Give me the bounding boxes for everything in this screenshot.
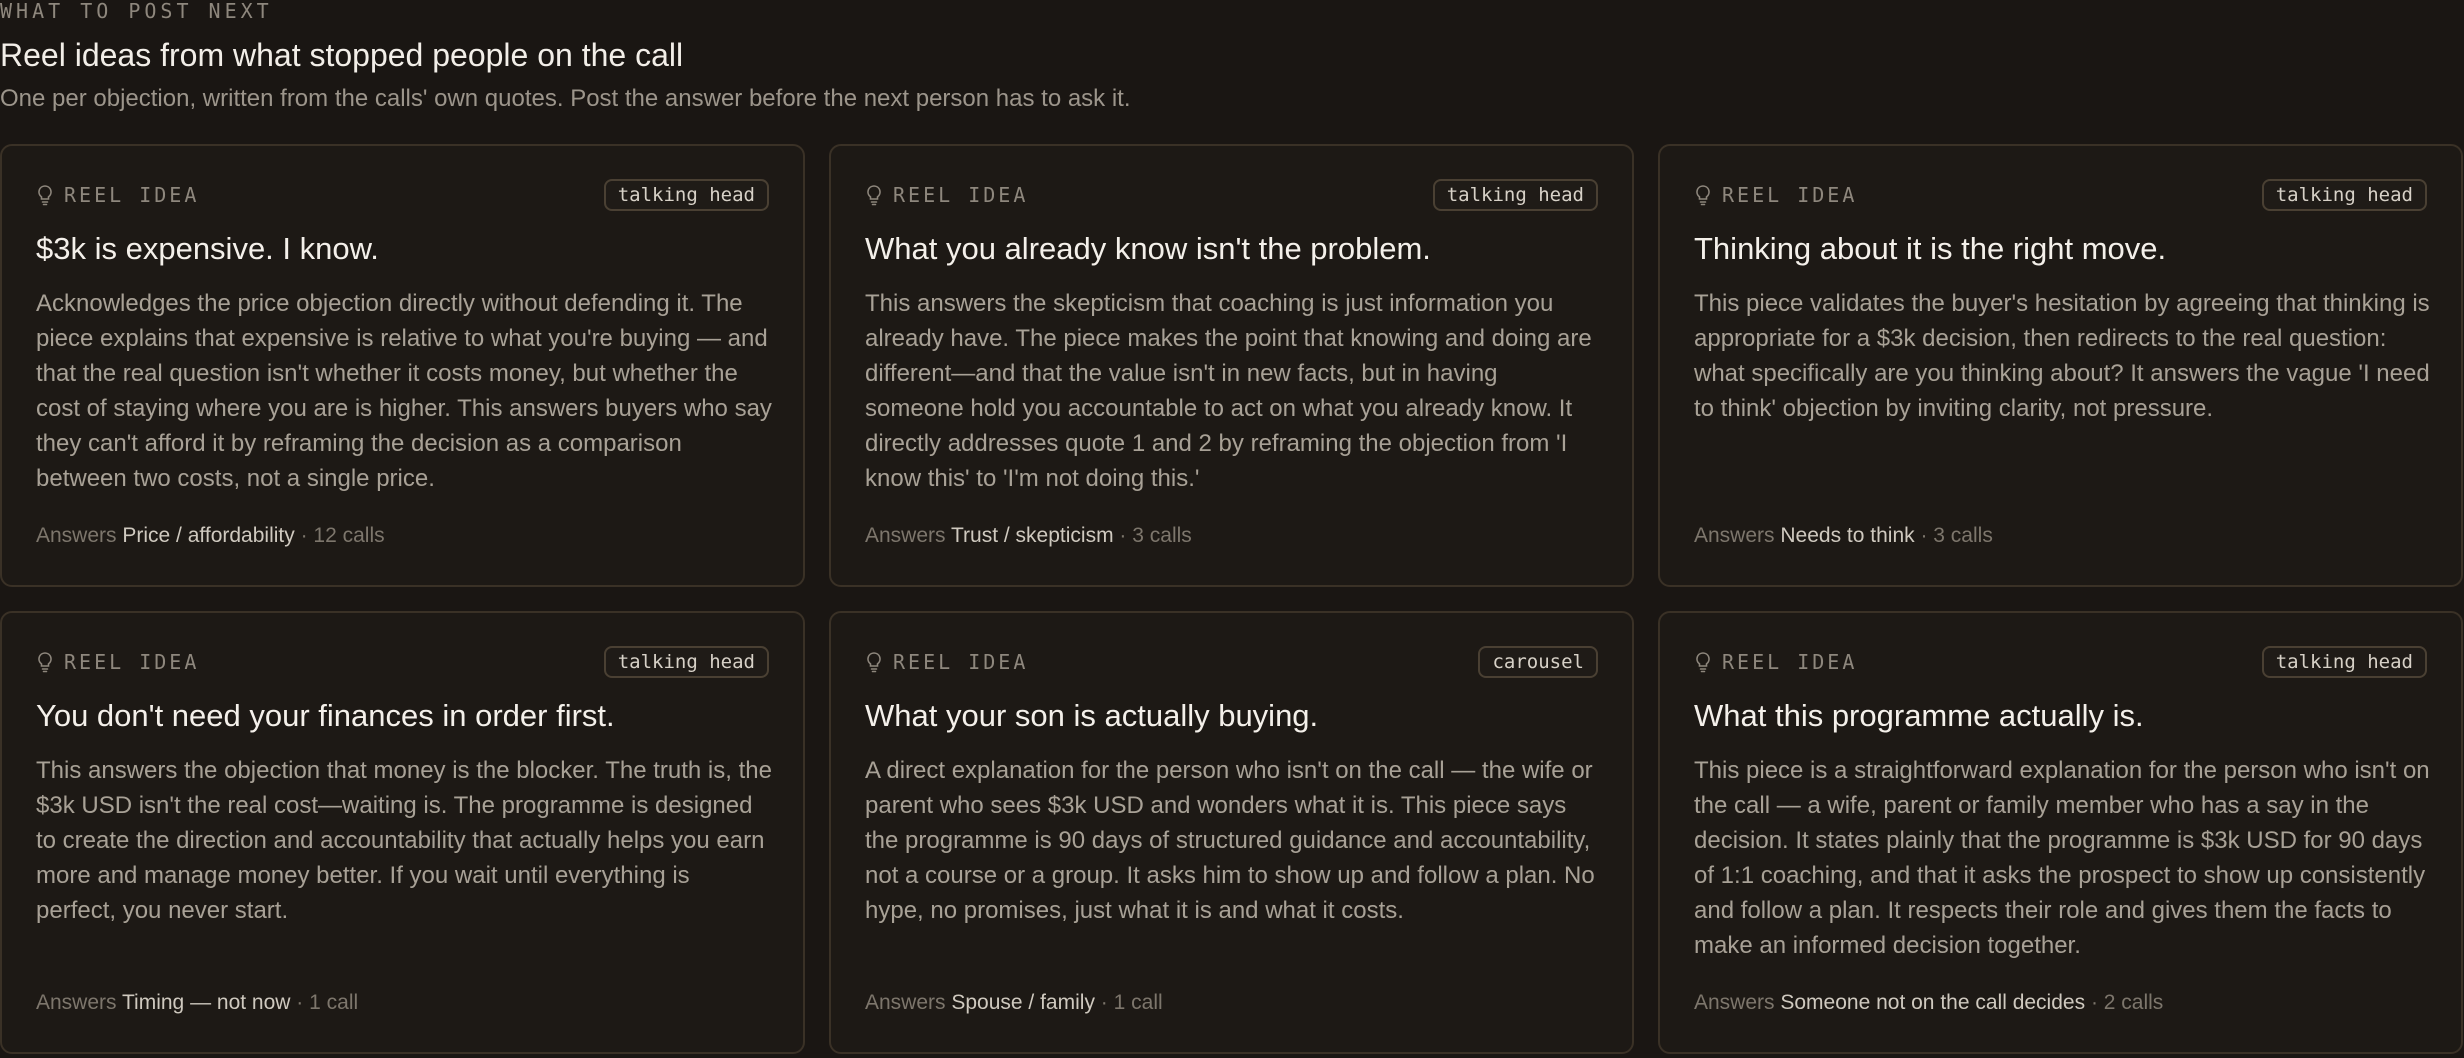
objection-name: Needs to think [1780,524,1915,547]
card-footer: Answers Timing — not now · 1 call [36,990,769,1016]
kicker-label: REEL IDEA [1722,650,1858,674]
reel-idea-grid: REEL IDEA talking head $3k is expensive.… [0,144,2464,1054]
call-count: · 3 calls [1119,524,1192,547]
answers-label: Answers [1694,524,1775,547]
card-footer: Answers Trust / skepticism · 3 calls [865,523,1598,549]
kicker-label: REEL IDEA [64,183,200,207]
card-header: REEL IDEA talking head [1694,646,2427,678]
card-kicker: REEL IDEA [36,650,199,674]
lightbulb-icon [867,652,881,673]
card-header: REEL IDEA talking head [36,646,769,678]
card-kicker: REEL IDEA [1694,650,1857,674]
card-header: REEL IDEA talking head [1694,179,2427,211]
card-kicker: REEL IDEA [865,650,1028,674]
call-count: · 12 calls [300,524,385,547]
card-footer: Answers Spouse / family · 1 call [865,990,1598,1016]
card-title: What you already know isn't the problem. [865,231,1431,266]
answers-label: Answers [865,524,946,547]
reel-idea-card[interactable]: REEL IDEA talking head What this program… [1658,611,2463,1054]
card-description: This answers the objection that money is… [36,757,772,924]
format-tag: talking head [603,179,769,211]
card-kicker: REEL IDEA [36,183,199,207]
answers-label: Answers [1694,991,1775,1014]
card-footer: Answers Someone not on the call decides … [1694,990,2427,1016]
answers-label: Answers [36,991,117,1014]
card-description: Acknowledges the price objection directl… [36,290,772,492]
card-title: What this programme actually is. [1694,698,2144,733]
objection-name: Trust / skepticism [951,524,1114,547]
kicker-label: REEL IDEA [893,650,1029,674]
objection-name: Timing — not now [122,991,291,1014]
answers-label: Answers [865,991,946,1014]
lightbulb-icon [867,185,881,206]
card-kicker: REEL IDEA [865,183,1028,207]
reel-idea-card[interactable]: REEL IDEA talking head $3k is expensive.… [0,144,805,587]
card-description: This piece is a straightforward explanat… [1694,757,2430,959]
format-tag: carousel [1478,646,1598,678]
format-tag: talking head [603,646,769,678]
card-footer: Answers Needs to think · 3 calls [1694,523,2427,549]
call-count: · 2 calls [2090,991,2164,1014]
lightbulb-icon [1696,652,1710,673]
card-title: Thinking about it is the right move. [1694,231,2167,266]
card-description: A direct explanation for the person who … [865,757,1595,924]
answers-label: Answers [36,524,117,547]
card-description: This piece validates the buyer's hesitat… [1694,290,2430,422]
objection-name: Spouse / family [951,991,1095,1014]
reel-idea-card[interactable]: REEL IDEA talking head Thinking about it… [1658,144,2463,587]
card-title: What your son is actually buying. [865,698,1319,733]
page-title: Reel ideas from what stopped people on t… [0,37,684,73]
call-count: · 3 calls [1920,524,1993,547]
card-header: REEL IDEA talking head [36,179,769,211]
card-description: This answers the skepticism that coachin… [865,290,1592,492]
reel-idea-card[interactable]: REEL IDEA carousel What your son is actu… [829,611,1634,1054]
card-title: $3k is expensive. I know. [36,231,379,266]
card-footer: Answers Price / affordability · 12 calls [36,523,769,549]
lightbulb-icon [1696,185,1710,206]
call-count: · 1 call [1100,991,1163,1014]
reel-idea-card[interactable]: REEL IDEA talking head What you already … [829,144,1634,587]
lightbulb-icon [38,185,52,206]
card-title: You don't need your finances in order fi… [36,698,615,733]
eyebrow-label: WHAT TO POST NEXT [0,0,273,23]
page-subtitle: One per objection, written from the call… [0,85,1131,112]
card-header: REEL IDEA carousel [865,646,1598,678]
format-tag: talking head [1432,179,1598,211]
reel-idea-card[interactable]: REEL IDEA talking head You don't need yo… [0,611,805,1054]
lightbulb-icon [38,652,52,673]
format-tag: talking head [2261,646,2427,678]
kicker-label: REEL IDEA [1722,183,1858,207]
call-count: · 1 call [296,991,359,1014]
objection-name: Someone not on the call decides [1780,991,2086,1014]
kicker-label: REEL IDEA [64,650,200,674]
format-tag: talking head [2261,179,2427,211]
card-header: REEL IDEA talking head [865,179,1598,211]
kicker-label: REEL IDEA [893,183,1029,207]
objection-name: Price / affordability [122,524,295,547]
card-kicker: REEL IDEA [1694,183,1857,207]
